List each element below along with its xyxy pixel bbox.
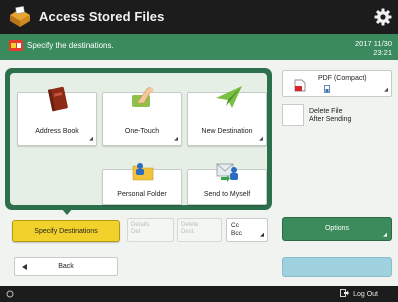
personal-folder-icon [132,163,154,181]
personal-folder-label: Personal Folder [117,191,167,198]
time-text: 23:21 [373,48,392,57]
logout-button[interactable]: Log Out [340,289,378,298]
date-time: 2017 11/30 23:21 [355,39,392,57]
details-label: Details [131,222,150,228]
arrow-icon: ◢ [384,87,388,93]
destination-panel-inner: Address Book ◢ One-Touch ◢ New Destinati… [10,73,267,205]
details-button[interactable]: Details Det [127,218,174,242]
delete-destination-button[interactable]: Delete Dest. [177,218,222,242]
personal-folder-button[interactable]: Personal Folder [102,163,182,205]
delete-after-sending-line1: Delete File [309,108,343,115]
destination-icon [9,40,23,51]
delete-after-sending-line2: After Sending [309,116,352,123]
one-touch-button[interactable]: One-Touch ◢ [102,87,182,146]
gear-icon[interactable] [374,8,392,26]
address-book-button[interactable]: Address Book ◢ [17,86,97,146]
start-button[interactable] [282,257,392,277]
back-label: Back [58,263,74,270]
cc-bcc-button[interactable]: Cc Bcc ◢ [226,218,268,242]
one-touch-icon [132,87,154,107]
address-book-icon [47,86,68,112]
send-to-myself-icon [216,163,238,182]
options-label: Options [324,225,350,232]
compact-icon [324,85,330,93]
paper-plane-icon [216,86,242,108]
send-to-myself-label: Send to Myself [203,191,251,198]
page-title: Access Stored Files [39,9,165,24]
bottom-bar: Log Out [0,286,398,302]
options-button[interactable]: Options ◢ [282,217,392,241]
arrow-icon: ◢ [383,232,387,238]
status-bar: Specify the destinations. 2017 11/30 23:… [0,34,398,60]
arrow-icon: ◢ [89,136,93,142]
logout-label: Log Out [353,291,378,298]
new-destination-button[interactable]: New Destination ◢ [187,86,267,146]
stored-files-icon [10,6,30,27]
date-text: 2017 11/30 [355,39,392,48]
arrow-icon: ◢ [174,136,178,142]
file-format-label: PDF (Compact) [318,75,367,82]
status-message: Specify the destinations. [27,41,114,50]
arrow-icon: ◢ [259,136,263,142]
delete-after-sending-label: Delete File After Sending [309,108,351,124]
one-touch-label: One-Touch [124,128,160,135]
cc-label: Cc [231,222,239,229]
pdf-file-icon [294,79,306,92]
arrow-icon: ◢ [260,232,264,238]
details-sub-label: Det [131,229,141,235]
file-format-button[interactable]: PDF (Compact) ◢ [282,70,392,97]
title-bar: Access Stored Files [0,0,398,34]
send-to-myself-button[interactable]: Send to Myself [187,163,267,205]
delete-label: Delete [181,222,199,228]
new-destination-label: New Destination [201,128,253,135]
delete-after-sending-checkbox[interactable] [282,104,304,126]
main-area: Address Book ◢ One-Touch ◢ New Destinati… [0,60,398,286]
specify-destinations-button[interactable]: Specify Destinations [12,220,120,242]
status-monitor-icon[interactable] [6,290,14,298]
delete-sub-label: Dest. [181,229,196,235]
address-book-label: Address Book [35,128,79,135]
back-button[interactable]: Back [14,257,118,276]
panel-pointer [61,208,73,215]
logout-icon [340,289,350,297]
destination-panel: Address Book ◢ One-Touch ◢ New Destinati… [5,68,272,210]
